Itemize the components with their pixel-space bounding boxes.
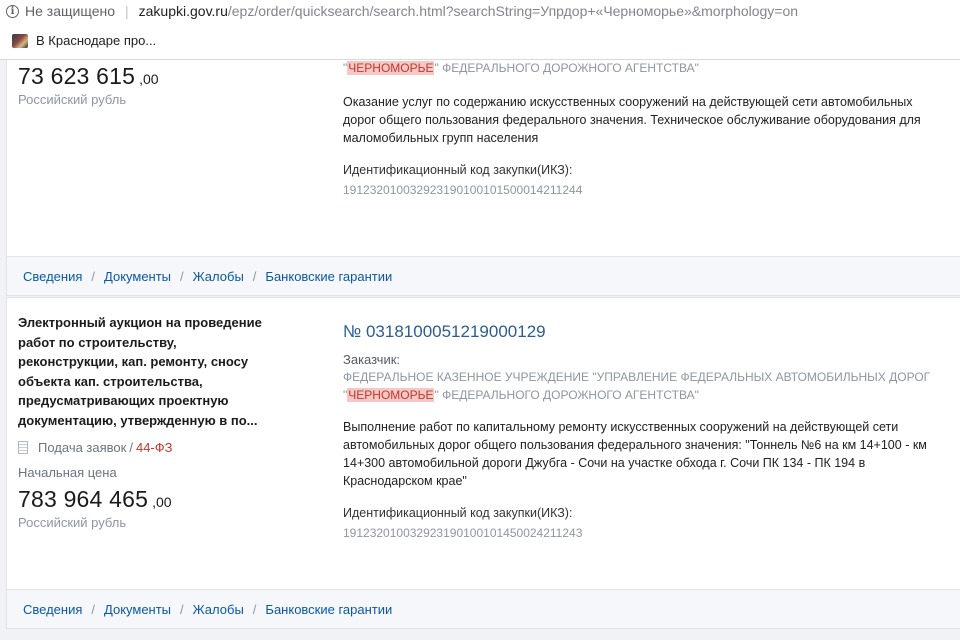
link-documents[interactable]: Документы [104, 602, 171, 617]
price-integer: 783 964 465 [18, 486, 149, 512]
info-icon[interactable]: i [6, 4, 19, 18]
result-card: Электронный аукцион на проведение работ … [6, 297, 960, 629]
price-block: 73 623 615,00 Российский рубль [18, 60, 268, 107]
divider: / [180, 601, 184, 617]
customer-label: Заказчик: [343, 352, 401, 367]
customer-name[interactable]: "ЧЕРНОМОРЬЕ" ФЕДЕРАЛЬНОГО ДОРОЖНОГО АГЕН… [343, 60, 943, 77]
ikz-label: Идентификационный код закупки(ИКЗ): [343, 506, 573, 520]
divider: / [129, 440, 133, 455]
divider: / [91, 601, 96, 617]
ikz-value: 191232010032923190100101500014211244 [343, 183, 583, 197]
link-bank-guarantees[interactable]: Банковские гарантии [265, 602, 392, 617]
customer-name-line1: ФЕДЕРАЛЬНОЕ КАЗЕННОЕ УЧРЕЖДЕНИЕ "УПРАВЛЕ… [343, 370, 931, 384]
status-row: Подача заявок / 44-ФЗ [18, 440, 268, 455]
bookmark-favicon-icon[interactable] [12, 33, 28, 48]
price-integer: 73 623 615 [18, 63, 136, 89]
link-complaints[interactable]: Жалобы [193, 269, 244, 284]
customer-name-rest: " ФЕДЕРАЛЬНОГО ДОРОЖНОГО АГЕНТСТВА" [434, 388, 699, 402]
purchase-number-link[interactable]: № 0318100051219000129 [343, 322, 943, 342]
price-label: Начальная цена [18, 465, 117, 480]
status-label: Подача заявок [38, 440, 127, 455]
search-highlight: ЧЕРНОМОРЬЕ [347, 61, 435, 75]
security-label[interactable]: Не защищено [25, 3, 115, 19]
purchase-type[interactable]: Электронный аукцион на проведение работ … [18, 313, 268, 430]
search-results: 73 623 615,00 Российский рубль "ЧЕРНОМОР… [0, 60, 960, 640]
divider: / [252, 601, 257, 617]
link-bank-guarantees[interactable]: Банковские гарантии [265, 269, 392, 284]
ikz-value: 191232010032923190100101450024211243 [343, 526, 583, 540]
card-footer-nav: Сведения / Документы / Жалобы / Банковские … [7, 256, 960, 295]
search-highlight: ЧЕРНОМОРЬЕ [347, 388, 435, 402]
bookmarks-bar: В Краснодаре про... [0, 22, 960, 60]
link-documents[interactable]: Документы [104, 269, 171, 284]
purchase-description: Оказание услуг по содержанию искусственн… [343, 95, 921, 145]
link-details[interactable]: Сведения [23, 602, 82, 617]
divider: / [91, 268, 96, 284]
card-footer-nav: Сведения / Документы / Жалобы / Банковские … [7, 589, 960, 628]
result-card: 73 623 615,00 Российский рубль "ЧЕРНОМОР… [6, 60, 960, 296]
price-decimal: ,00 [152, 494, 172, 510]
law-code: 44-ФЗ [135, 440, 173, 455]
divider: / [180, 268, 184, 284]
divider: | [125, 3, 129, 19]
customer-name-rest: " ФЕДЕРАЛЬНОГО ДОРОЖНОГО АГЕНТСТВА" [434, 61, 699, 75]
url-path[interactable]: /epz/order/quicksearch/search.html?searc… [228, 3, 798, 19]
customer-name[interactable]: ФЕДЕРАЛЬНОЕ КАЗЕННОЕ УЧРЕЖДЕНИЕ "УПРАВЛЕ… [343, 368, 943, 404]
purchase-summary: Электронный аукцион на проведение работ … [18, 313, 268, 530]
link-complaints[interactable]: Жалобы [193, 602, 244, 617]
address-bar[interactable]: i Не защищено | zakupki.gov.ru/epz/order… [0, 0, 960, 22]
purchase-description: Выполнение работ по капитальному ремонту… [343, 420, 927, 488]
currency: Российский рубль [18, 515, 127, 530]
document-icon [18, 441, 28, 454]
details-block: № 0318100051219000129 Заказчик: ФЕДЕРАЛЬ… [343, 322, 943, 540]
initial-price: 783 964 465,00 [18, 486, 268, 513]
details-block: "ЧЕРНОМОРЬЕ" ФЕДЕРАЛЬНОГО ДОРОЖНОГО АГЕН… [343, 60, 943, 197]
initial-price: 73 623 615,00 [18, 63, 268, 90]
price-decimal: ,00 [139, 71, 159, 87]
divider: / [252, 268, 257, 284]
link-details[interactable]: Сведения [23, 269, 82, 284]
currency: Российский рубль [18, 92, 127, 107]
bookmark-label[interactable]: В Краснодаре про... [36, 33, 156, 48]
ikz-label: Идентификационный код закупки(ИКЗ): [343, 163, 573, 177]
url-host[interactable]: zakupki.gov.ru [139, 3, 228, 19]
